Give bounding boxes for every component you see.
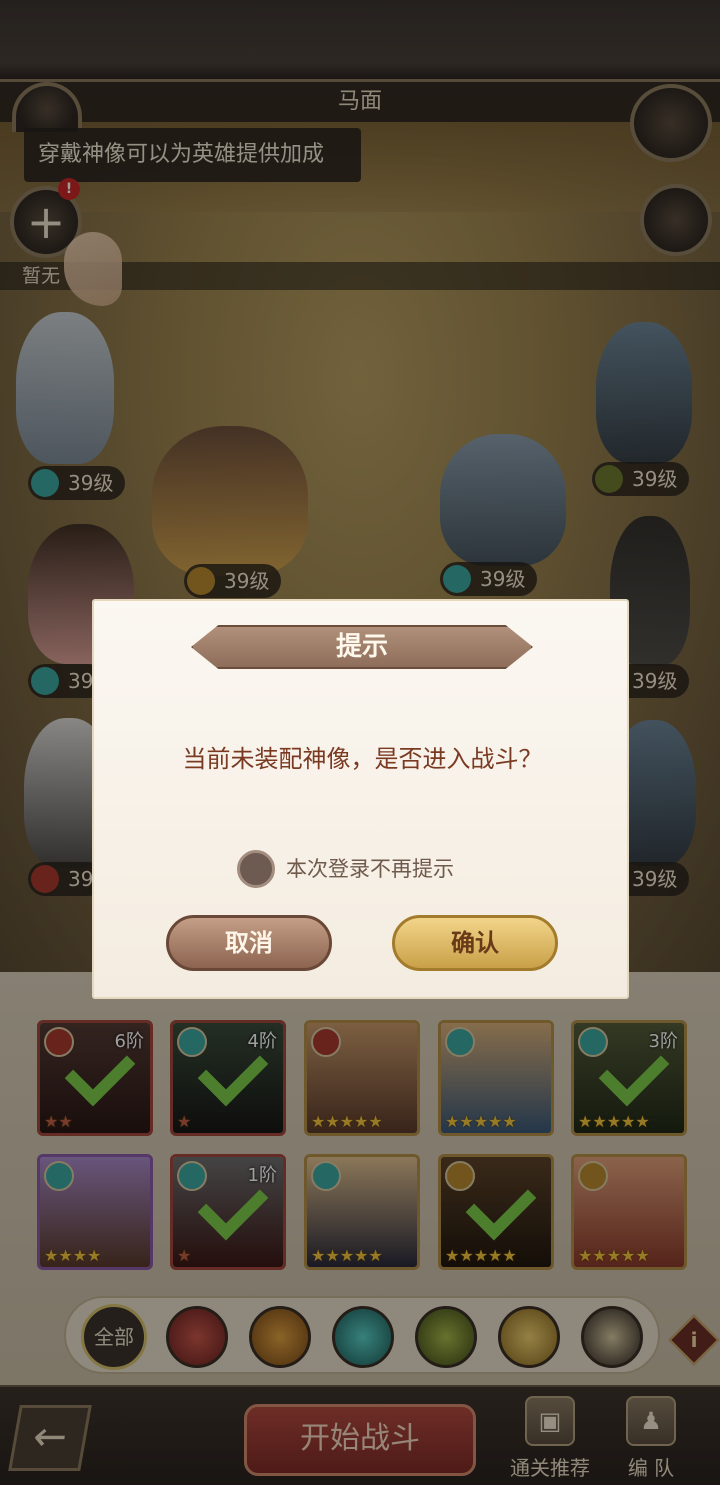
cancel-button[interactable]: 取消: [166, 915, 332, 971]
dont-remind-checkbox[interactable]: [237, 850, 275, 888]
dialog-title: 提示: [335, 632, 388, 662]
confirm-dialog: 提示 当前未装配神像，是否进入战斗？ 本次登录不再提示 取消 确认: [92, 599, 629, 999]
battle-prep-screen: 马面 穿戴神像可以为英雄提供加成 + ! 暂无 39级 39级 39级 39级 …: [0, 0, 720, 1485]
dont-remind-label[interactable]: 本次登录不再提示: [286, 854, 454, 884]
dialog-message: 当前未装配神像，是否进入战斗？: [182, 745, 543, 773]
confirm-button[interactable]: 确认: [392, 915, 558, 971]
